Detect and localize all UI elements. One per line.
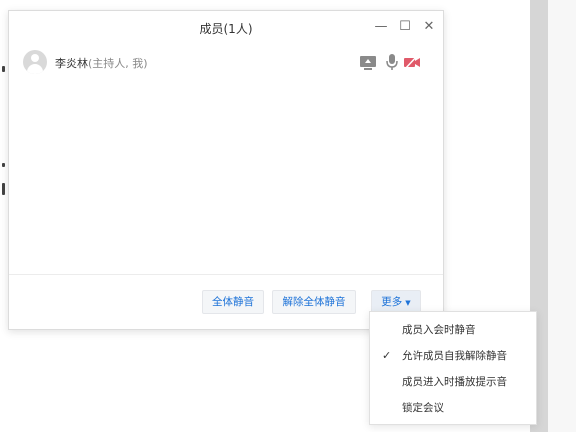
menu-item-label: 锁定会议 bbox=[402, 402, 444, 414]
camera-off-icon[interactable] bbox=[403, 53, 421, 71]
more-button-label: 更多 bbox=[381, 296, 403, 308]
screen-share-icon[interactable] bbox=[359, 53, 377, 71]
member-row[interactable]: 李炎林(主持人, 我) bbox=[9, 45, 443, 77]
background-panel-edge bbox=[548, 0, 576, 432]
menu-item-mute-on-entry[interactable]: 成员入会时静音 bbox=[370, 317, 536, 343]
check-icon: ✓ bbox=[382, 349, 392, 362]
menu-item-label: 成员进入时播放提示音 bbox=[402, 376, 507, 388]
members-window: 成员(1人) — ☐ ✕ 李炎林(主持人, 我) 全体静音 解除全体静音 更多 … bbox=[8, 10, 444, 330]
more-menu: 成员入会时静音 ✓ 允许成员自我解除静音 成员进入时播放提示音 锁定会议 bbox=[369, 311, 537, 425]
microphone-icon[interactable] bbox=[383, 53, 401, 71]
avatar bbox=[23, 50, 47, 74]
titlebar: 成员(1人) — ☐ ✕ bbox=[9, 11, 443, 43]
menu-item-label: 成员入会时静音 bbox=[402, 324, 476, 336]
minimize-button[interactable]: — bbox=[371, 17, 391, 37]
member-name-text: 李炎林 bbox=[55, 57, 88, 70]
caret-down-icon: ▼ bbox=[405, 299, 411, 307]
footer-divider bbox=[9, 274, 443, 275]
close-button[interactable]: ✕ bbox=[419, 17, 439, 37]
member-role: (主持人, 我) bbox=[88, 57, 148, 70]
menu-item-lock-meeting[interactable]: 锁定会议 bbox=[370, 395, 536, 421]
maximize-button[interactable]: ☐ bbox=[395, 17, 415, 37]
menu-item-allow-self-unmute[interactable]: ✓ 允许成员自我解除静音 bbox=[370, 343, 536, 369]
menu-item-entry-sound[interactable]: 成员进入时播放提示音 bbox=[370, 369, 536, 395]
menu-item-label: 允许成员自我解除静音 bbox=[402, 350, 507, 362]
mute-all-button[interactable]: 全体静音 bbox=[202, 290, 264, 314]
member-name: 李炎林(主持人, 我) bbox=[55, 55, 148, 71]
unmute-all-button[interactable]: 解除全体静音 bbox=[272, 290, 356, 314]
